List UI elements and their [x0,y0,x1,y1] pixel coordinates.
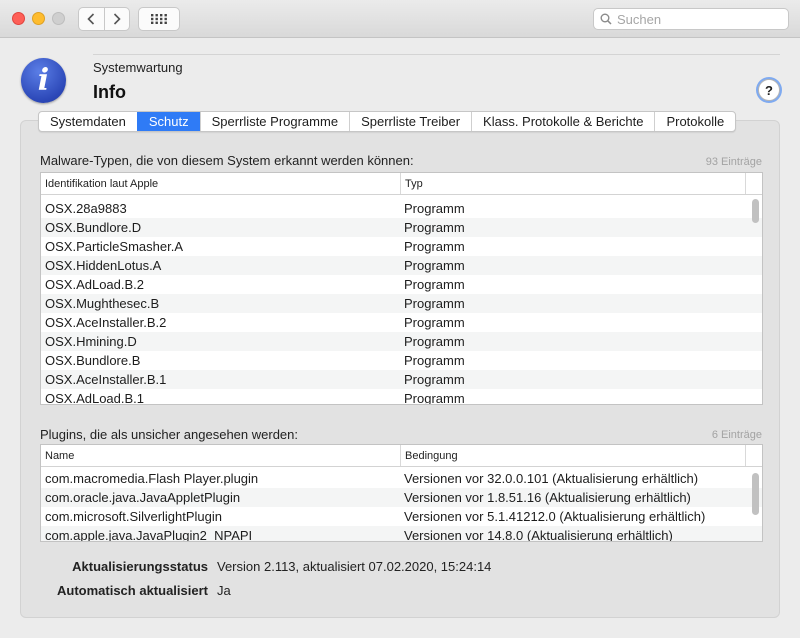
tab-bar: Systemdaten Schutz Sperrliste Programme … [38,111,737,132]
column-header-identification[interactable]: Identifikation laut Apple [41,173,401,194]
table-header: Identifikation laut Apple Typ [41,173,762,195]
malware-section-label: Malware-Typen, die von diesem System erk… [40,153,414,168]
table-row[interactable]: OSX.AceInstaller.B.2 Programm [41,313,762,332]
chevron-right-icon [113,13,121,25]
malware-table-body: OSX.28a9883 Programm OSX.Bundlore.D Progra… [41,195,762,404]
tab-systemdaten[interactable]: Systemdaten [39,112,137,131]
pane-title: Info [93,82,126,102]
table-row[interactable]: OSX.ParticleSmasher.A Programm [41,237,762,256]
column-header-name[interactable]: Name [41,445,401,466]
plugins-entry-count: 6 Einträge [711,429,762,441]
update-status-value: Version 2.113, aktualisiert 07.02.2020, … [217,559,492,574]
table-row[interactable]: OSX.Hmining.D Programm [41,332,762,351]
show-all-button[interactable] [138,7,180,31]
tab-klass-protokolle[interactable]: Klass. Protokolle & Berichte [471,112,654,131]
search-field[interactable]: Suchen [593,8,789,30]
update-status-label: Aktualisierungsstatus [72,559,208,574]
minimize-window-button[interactable] [32,12,45,25]
tab-sperrliste-treiber[interactable]: Sperrliste Treiber [349,112,471,131]
pane-subtitle: Systemwartung [93,60,183,75]
table-row[interactable]: OSX.Bundlore.D Programm [41,218,762,237]
table-header: Name Bedingung [41,445,762,467]
search-placeholder: Suchen [617,11,662,27]
zoom-window-button[interactable] [52,12,65,25]
table-row[interactable]: OSX.Bundlore.B Programm [41,351,762,370]
grid-icon [151,14,167,24]
tab-schutz[interactable]: Schutz [136,112,200,131]
search-icon [600,13,612,25]
plugins-table[interactable]: Name Bedingung com.macromedia.Flash Play… [40,444,763,542]
info-app-icon: i [21,58,66,103]
table-row[interactable]: OSX.Mughthesec.B Programm [41,294,762,313]
table-row[interactable]: OSX.28a9883 Programm [41,199,762,218]
table-row[interactable]: OSX.AdLoad.B.2 Programm [41,275,762,294]
table-row[interactable]: com.oracle.java.JavaAppletPlugin Versione… [41,488,762,507]
malware-scrollbar[interactable] [752,199,759,223]
table-row[interactable]: OSX.HiddenLotus.A Programm [41,256,762,275]
auto-update-label: Automatisch aktualisiert [57,583,208,598]
header-divider [93,54,780,55]
tab-sperrliste-programme[interactable]: Sperrliste Programme [199,112,349,131]
help-button[interactable]: ? [758,79,780,101]
plugins-section-label: Plugins, die als unsicher angesehen werd… [40,427,299,442]
auto-update-value: Ja [217,583,231,598]
tab-protokolle[interactable]: Protokolle [654,112,735,131]
table-row[interactable]: com.microsoft.SilverlightPlugin Versionen… [41,507,762,526]
column-header-type[interactable]: Typ [401,173,746,194]
column-header-condition[interactable]: Bedingung [401,445,746,466]
title-bar: Suchen [0,0,800,38]
plugins-table-body: com.macromedia.Flash Player.plugin Versio… [41,467,762,541]
chevron-left-icon [87,13,95,25]
forward-button[interactable] [103,8,130,30]
table-row[interactable]: com.apple.java.JavaPlugin2_NPAPI Versione… [41,526,762,541]
close-window-button[interactable] [12,12,25,25]
table-row[interactable]: OSX.AdLoad.B.1 Programm [41,389,762,404]
plugins-scrollbar[interactable] [752,473,759,515]
malware-table[interactable]: Identifikation laut Apple Typ OSX.28a988… [40,172,763,405]
navigation-buttons [78,7,130,31]
malware-entry-count: 93 Einträge [705,156,762,168]
table-row[interactable]: OSX.AceInstaller.B.1 Programm [41,370,762,389]
back-button[interactable] [79,8,104,30]
table-row[interactable]: com.macromedia.Flash Player.plugin Versio… [41,469,762,488]
